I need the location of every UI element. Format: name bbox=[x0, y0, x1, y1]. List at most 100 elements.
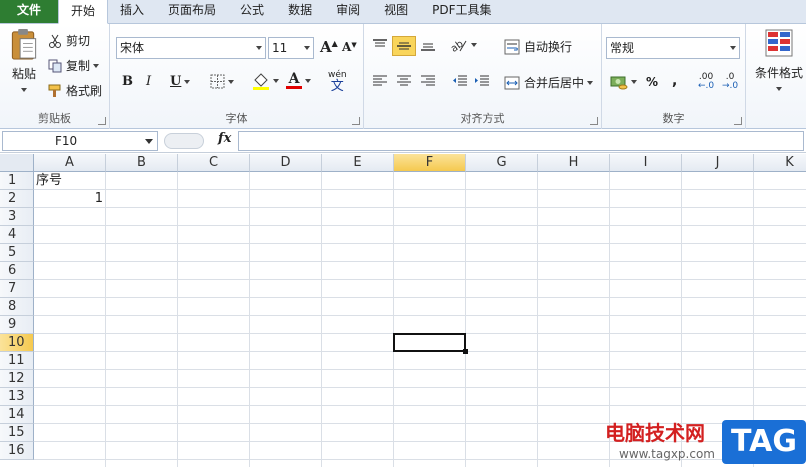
paste-button[interactable]: 粘贴 bbox=[6, 28, 42, 92]
tab-file[interactable]: 文件 bbox=[0, 0, 58, 23]
row-header-16[interactable]: 16 bbox=[0, 442, 34, 460]
cell-a2[interactable]: 1 bbox=[36, 190, 103, 208]
align-right-button[interactable] bbox=[420, 74, 436, 88]
decrease-decimal-button[interactable]: .0 →.0 bbox=[722, 73, 738, 91]
row-header-15[interactable]: 15 bbox=[0, 424, 34, 442]
column-header-i[interactable]: I bbox=[610, 154, 682, 172]
comma-button[interactable]: , bbox=[672, 73, 677, 89]
insert-function-icon[interactable]: fx bbox=[218, 131, 231, 146]
row-header-6[interactable]: 6 bbox=[0, 262, 34, 280]
accounting-dropdown-icon[interactable] bbox=[631, 80, 637, 84]
font-launcher-icon[interactable] bbox=[352, 117, 360, 125]
fill-bucket-icon bbox=[253, 73, 269, 90]
name-box-value: F10 bbox=[55, 134, 78, 148]
orientation-button[interactable]: ab bbox=[450, 37, 477, 53]
column-header-e[interactable]: E bbox=[322, 154, 394, 172]
column-header-a[interactable]: A bbox=[34, 154, 106, 172]
conditional-format-button[interactable]: 条件格式 bbox=[752, 28, 806, 91]
phonetic-button[interactable]: wén 文 bbox=[328, 70, 347, 93]
gridline-horizontal bbox=[34, 369, 806, 370]
tab-formulas[interactable]: 公式 bbox=[228, 0, 276, 23]
font-color-button[interactable]: A bbox=[286, 72, 311, 89]
active-cell-selection[interactable] bbox=[393, 333, 466, 352]
underline-dropdown-icon[interactable] bbox=[184, 79, 191, 84]
borders-dropdown-icon[interactable] bbox=[228, 79, 234, 84]
column-header-c[interactable]: C bbox=[178, 154, 250, 172]
cut-button[interactable]: 剪切 bbox=[48, 32, 90, 49]
copy-dropdown-icon[interactable] bbox=[93, 63, 100, 68]
number-format-select[interactable]: 常规 bbox=[606, 37, 740, 59]
font-color-dropdown-icon[interactable] bbox=[305, 78, 311, 83]
number-launcher-icon[interactable] bbox=[734, 117, 742, 125]
cell-a1[interactable]: 序号 bbox=[36, 172, 103, 190]
align-bottom-button[interactable] bbox=[420, 38, 436, 52]
column-header-j[interactable]: J bbox=[682, 154, 754, 172]
row-header-11[interactable]: 11 bbox=[0, 352, 34, 370]
name-box-dropdown-icon[interactable] bbox=[145, 139, 153, 144]
select-all-corner[interactable] bbox=[0, 154, 34, 172]
decrease-indent-button[interactable] bbox=[452, 74, 468, 88]
merge-center-button[interactable]: 合并后居中 bbox=[504, 74, 594, 91]
font-size-select[interactable]: 11 bbox=[268, 37, 314, 59]
fill-color-dropdown-icon[interactable] bbox=[273, 79, 279, 83]
row-header-12[interactable]: 12 bbox=[0, 370, 34, 388]
wrap-text-button[interactable]: 自动换行 bbox=[504, 38, 572, 55]
conditional-format-dropdown-icon[interactable] bbox=[776, 87, 782, 91]
formula-input[interactable] bbox=[238, 131, 804, 151]
fill-handle[interactable] bbox=[463, 349, 468, 354]
align-middle-button[interactable] bbox=[392, 36, 416, 56]
underline-button[interactable]: U bbox=[170, 74, 191, 89]
group-number: 常规 % , .00 ←.0 .0 →.0 数字 bbox=[602, 24, 746, 129]
row-header-9[interactable]: 9 bbox=[0, 316, 34, 334]
align-bottom-icon bbox=[421, 43, 435, 51]
merge-center-dropdown-icon[interactable] bbox=[587, 80, 594, 85]
align-center-button[interactable] bbox=[396, 74, 412, 88]
align-left-button[interactable] bbox=[372, 74, 388, 88]
row-header-1[interactable]: 1 bbox=[0, 172, 34, 190]
row-header-10[interactable]: 10 bbox=[0, 334, 34, 352]
row-header-8[interactable]: 8 bbox=[0, 298, 34, 316]
column-header-f[interactable]: F bbox=[394, 154, 466, 172]
increase-indent-button[interactable] bbox=[474, 74, 490, 88]
column-header-g[interactable]: G bbox=[466, 154, 538, 172]
row-header-4[interactable]: 4 bbox=[0, 226, 34, 244]
group-alignment: ab 自动换行 合并后居中 对齐方式 bbox=[364, 24, 602, 129]
tab-view[interactable]: 视图 bbox=[372, 0, 420, 23]
column-header-k[interactable]: K bbox=[754, 154, 806, 172]
tab-pdf-tools[interactable]: PDF工具集 bbox=[420, 0, 503, 23]
accounting-format-button[interactable] bbox=[610, 74, 637, 90]
row-header-3[interactable]: 3 bbox=[0, 208, 34, 226]
copy-button[interactable]: 复制 bbox=[48, 57, 100, 74]
row-header-14[interactable]: 14 bbox=[0, 406, 34, 424]
row-header-5[interactable]: 5 bbox=[0, 244, 34, 262]
column-header-b[interactable]: B bbox=[106, 154, 178, 172]
tab-insert[interactable]: 插入 bbox=[108, 0, 156, 23]
tab-home[interactable]: 开始 bbox=[58, 0, 109, 24]
increase-decimal-button[interactable]: .00 ←.0 bbox=[698, 73, 714, 91]
gridline-horizontal bbox=[34, 261, 806, 262]
percent-button[interactable]: % bbox=[646, 75, 658, 89]
tab-page-layout[interactable]: 页面布局 bbox=[156, 0, 228, 23]
italic-button[interactable]: I bbox=[146, 74, 151, 89]
row-header-2[interactable]: 2 bbox=[0, 190, 34, 208]
row-header-7[interactable]: 7 bbox=[0, 280, 34, 298]
orientation-dropdown-icon[interactable] bbox=[471, 43, 477, 47]
font-name-select[interactable]: 宋体 bbox=[116, 37, 266, 59]
align-top-button[interactable] bbox=[372, 38, 388, 52]
clipboard-launcher-icon[interactable] bbox=[98, 117, 106, 125]
borders-button[interactable] bbox=[210, 74, 234, 89]
shrink-font-button[interactable]: A ▼ bbox=[342, 40, 357, 55]
name-box[interactable]: F10 bbox=[2, 131, 158, 151]
row-header-13[interactable]: 13 bbox=[0, 388, 34, 406]
alignment-launcher-icon[interactable] bbox=[590, 117, 598, 125]
column-header-d[interactable]: D bbox=[250, 154, 322, 172]
paste-dropdown-icon[interactable] bbox=[21, 88, 27, 92]
tab-review[interactable]: 审阅 bbox=[324, 0, 372, 23]
bold-button[interactable]: B bbox=[122, 74, 133, 89]
formula-bar-resize-handle[interactable] bbox=[164, 133, 204, 149]
grow-font-button[interactable]: A ▲ bbox=[320, 38, 338, 56]
fill-color-button[interactable] bbox=[252, 72, 279, 90]
tab-data[interactable]: 数据 bbox=[276, 0, 324, 23]
column-header-h[interactable]: H bbox=[538, 154, 610, 172]
format-painter-button[interactable]: 格式刷 bbox=[48, 82, 102, 99]
